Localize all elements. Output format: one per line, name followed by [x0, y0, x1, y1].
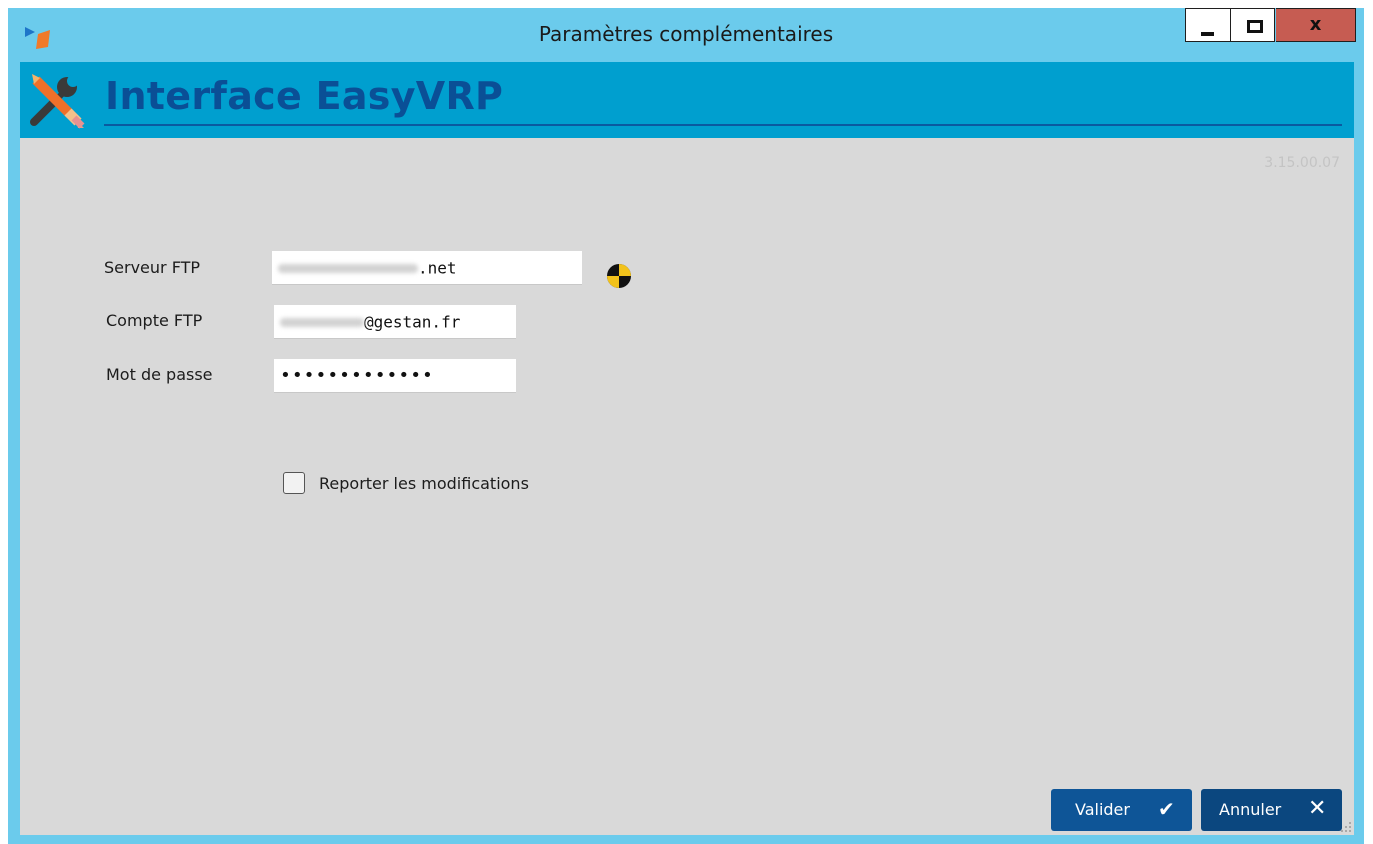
redacted-text: [280, 318, 364, 327]
account-value: @gestan.fr: [364, 312, 461, 332]
title-bar[interactable]: Paramètres complémentaires x: [8, 8, 1364, 60]
header-title: Interface EasyVRP: [105, 74, 504, 118]
status-indicator-icon[interactable]: [606, 263, 632, 289]
validate-label: Valider: [1075, 800, 1130, 819]
server-value: .net: [418, 258, 457, 278]
version-label: 3.15.00.07: [1264, 155, 1340, 171]
window-title: Paramètres complémentaires: [538, 22, 834, 46]
tools-icon: [30, 74, 85, 129]
checkmark-icon: ✔: [1158, 797, 1175, 821]
close-icon: x: [1309, 14, 1322, 35]
redacted-text: [278, 264, 418, 273]
resize-grip-icon[interactable]: [1340, 821, 1352, 833]
report-changes-label[interactable]: Reporter les modifications: [319, 474, 529, 493]
maximize-button[interactable]: [1230, 8, 1275, 42]
form-panel: 3.15.00.07 Serveur FTP .net Compte FTP @…: [20, 138, 1354, 835]
close-x-icon: ✕: [1308, 796, 1327, 821]
header-band: Interface EasyVRP: [20, 62, 1354, 138]
server-label: Serveur FTP: [104, 258, 201, 277]
report-changes-checkbox[interactable]: [283, 472, 305, 494]
validate-button[interactable]: Valider ✔: [1051, 789, 1192, 831]
cancel-button[interactable]: Annuler ✕: [1201, 789, 1342, 831]
minimize-button[interactable]: [1185, 8, 1230, 42]
server-input[interactable]: .net: [272, 251, 582, 285]
password-input[interactable]: •••••••••••••: [274, 359, 516, 393]
dialog-window: Paramètres complémentaires x Interface E…: [8, 8, 1364, 844]
account-label: Compte FTP: [106, 311, 203, 330]
close-button[interactable]: x: [1276, 8, 1356, 42]
cancel-label: Annuler: [1219, 800, 1282, 819]
password-label: Mot de passe: [106, 365, 213, 384]
minimize-icon: [1201, 32, 1214, 36]
header-underline: [104, 124, 1342, 126]
maximize-icon: [1247, 20, 1263, 33]
account-input[interactable]: @gestan.fr: [274, 305, 516, 339]
